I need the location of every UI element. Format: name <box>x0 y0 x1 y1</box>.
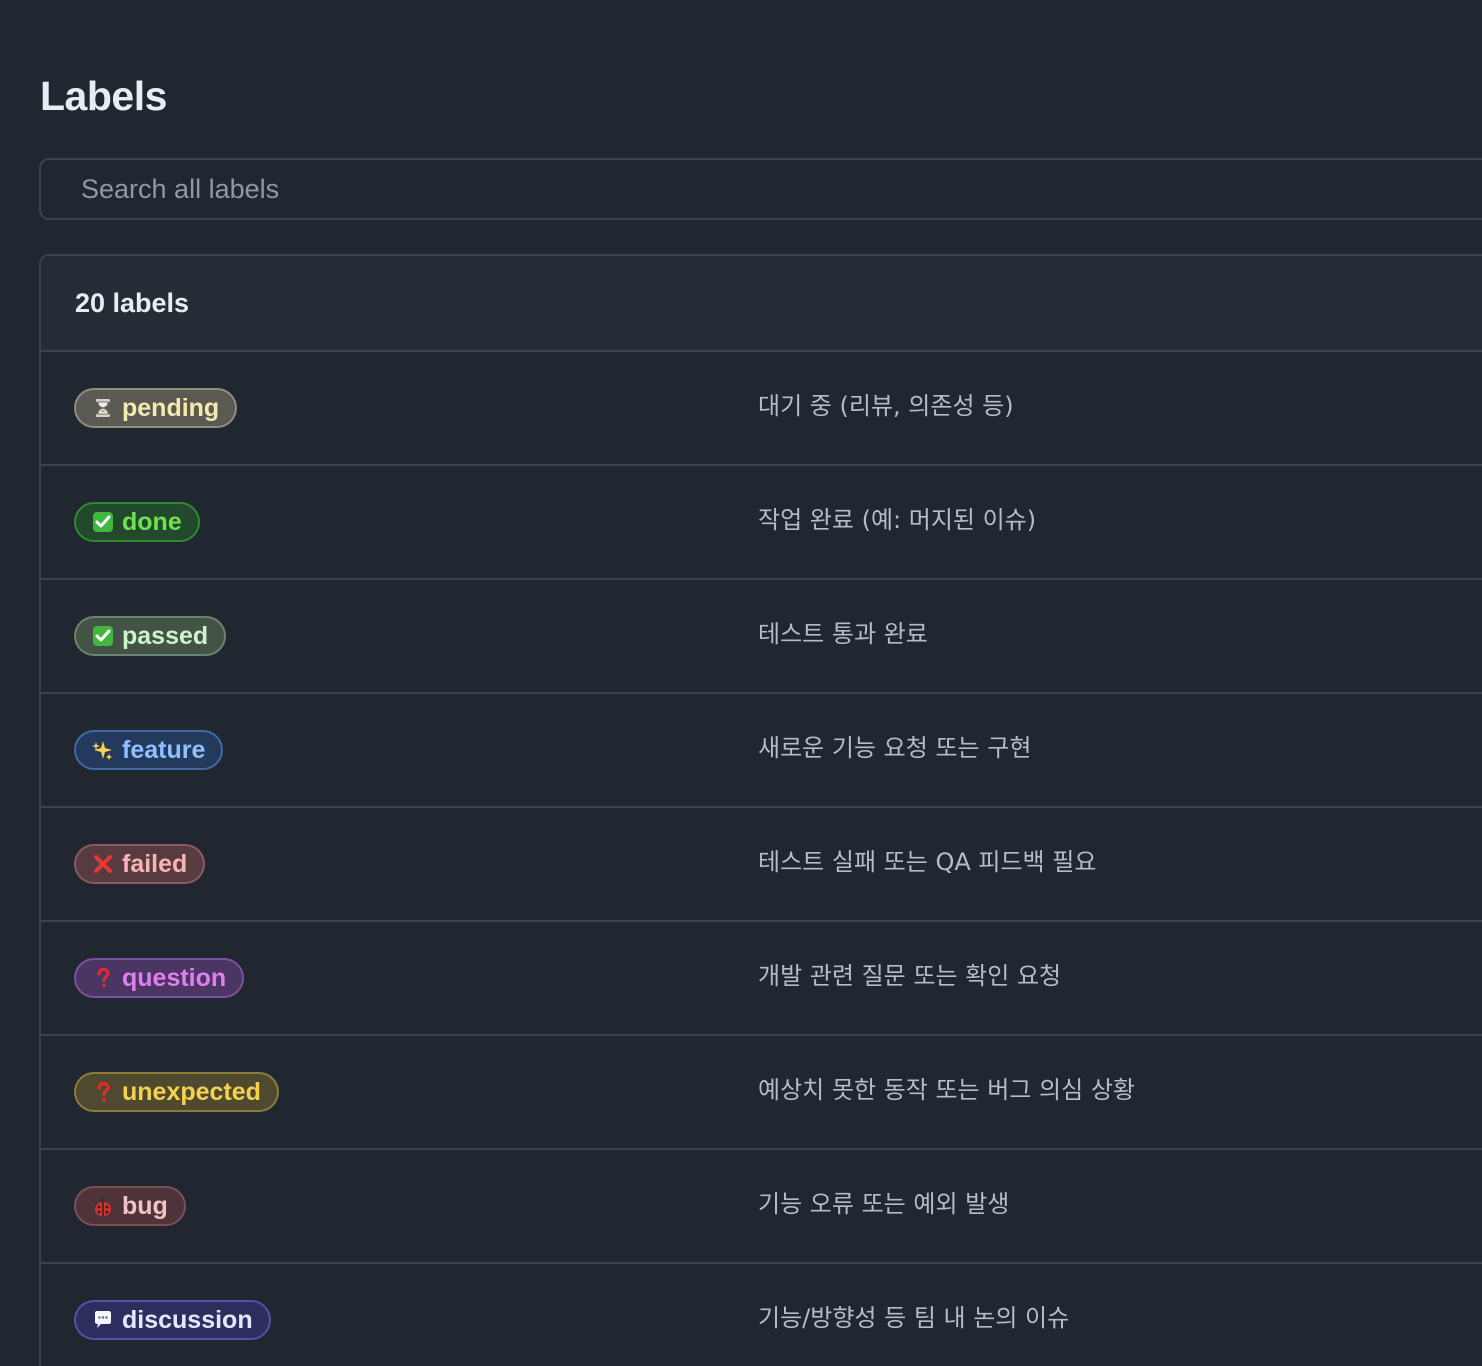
label-description: 테스트 실패 또는 QA 피드백 필요 <box>758 848 1097 876</box>
question-mark-icon <box>92 967 114 989</box>
label-description: 새로운 기능 요청 또는 구현 <box>758 734 1032 762</box>
label-row: discussion 기능/방향성 등 팀 내 논의 이슈 <box>41 1264 1482 1366</box>
label-row: failed 테스트 실패 또는 QA 피드백 필요 <box>41 808 1482 922</box>
label-description: 개발 관련 질문 또는 확인 요청 <box>758 962 1062 990</box>
check-box-icon <box>92 625 114 647</box>
label-name: passed <box>122 621 209 650</box>
labels-panel-header: 20 labels <box>41 256 1482 352</box>
label-description: 기능/방향성 등 팀 내 논의 이슈 <box>758 1304 1070 1332</box>
label-pill-feature[interactable]: feature <box>74 730 224 770</box>
label-description: 작업 완료 (예: 머지된 이슈) <box>758 506 1037 534</box>
page-title: Labels <box>40 73 167 119</box>
labels-page: Labels 20 labels pending 대기 중 (리뷰, 의존성 등… <box>0 0 1482 1366</box>
label-name: feature <box>122 735 206 764</box>
ladybug-icon <box>92 1195 114 1217</box>
label-row: pending 대기 중 (리뷰, 의존성 등) <box>41 352 1482 466</box>
label-row: feature 새로운 기능 요청 또는 구현 <box>41 694 1482 808</box>
label-pill-passed[interactable]: passed <box>74 616 227 656</box>
speech-bubble-icon <box>92 1309 114 1331</box>
labels-panel: 20 labels pending 대기 중 (리뷰, 의존성 등) done … <box>39 254 1482 1366</box>
label-row: passed 테스트 통과 완료 <box>41 580 1482 694</box>
label-pill-bug[interactable]: bug <box>74 1186 186 1226</box>
label-pill-failed[interactable]: failed <box>74 844 206 884</box>
label-pill-question[interactable]: question <box>74 958 245 998</box>
label-description: 대기 중 (리뷰, 의존성 등) <box>758 392 1014 420</box>
label-row: question 개발 관련 질문 또는 확인 요청 <box>41 922 1482 1036</box>
label-pill-discussion[interactable]: discussion <box>74 1300 271 1340</box>
label-description: 예상치 못한 동작 또는 버그 의심 상황 <box>758 1076 1135 1104</box>
label-name: discussion <box>122 1305 253 1334</box>
label-pill-done[interactable]: done <box>74 502 200 542</box>
label-name: bug <box>122 1191 168 1220</box>
label-pill-unexpected[interactable]: unexpected <box>74 1072 279 1112</box>
label-description: 기능 오류 또는 예외 발생 <box>758 1190 1010 1218</box>
label-pill-pending[interactable]: pending <box>74 388 238 428</box>
label-count: 20 labels <box>75 287 190 318</box>
label-row: bug 기능 오류 또는 예외 발생 <box>41 1150 1482 1264</box>
label-name: question <box>122 963 227 992</box>
hourglass-icon <box>92 397 114 419</box>
label-name: done <box>122 507 182 536</box>
check-box-icon <box>92 511 114 533</box>
label-name: pending <box>122 393 220 422</box>
cross-mark-icon <box>92 853 114 875</box>
label-row: done 작업 완료 (예: 머지된 이슈) <box>41 466 1482 580</box>
label-description: 테스트 통과 완료 <box>758 620 928 648</box>
label-row: unexpected 예상치 못한 동작 또는 버그 의심 상황 <box>41 1036 1482 1150</box>
sparkles-icon <box>92 739 114 761</box>
question-mark-icon <box>92 1081 114 1103</box>
label-name: unexpected <box>122 1077 261 1106</box>
label-name: failed <box>122 849 188 878</box>
search-input[interactable] <box>39 158 1482 220</box>
